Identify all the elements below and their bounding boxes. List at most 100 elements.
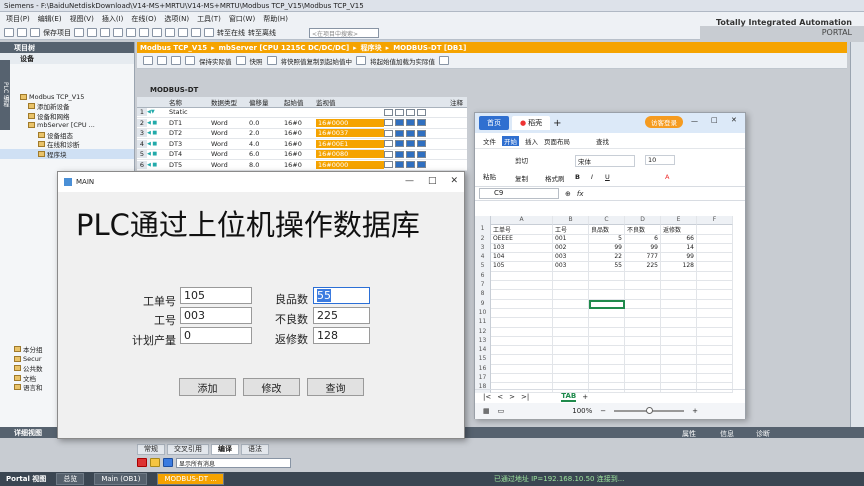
row-header[interactable]: 15	[475, 355, 491, 365]
tree-item-add-device[interactable]: 添加新设备	[0, 102, 134, 111]
grid-cell[interactable]	[491, 299, 553, 309]
retain-checkbox[interactable]	[384, 150, 393, 158]
grid-cell[interactable]	[697, 364, 733, 375]
var-type[interactable]: Word	[211, 150, 249, 158]
compile-icon[interactable]	[165, 28, 175, 37]
grid-cell[interactable]	[553, 308, 589, 319]
grid-cell[interactable]: 返修数	[661, 225, 697, 235]
row-header[interactable]: 7	[475, 281, 491, 291]
column-header[interactable]: F	[697, 216, 733, 226]
grid-cell[interactable]	[697, 374, 733, 384]
grid-cell[interactable]	[697, 318, 733, 328]
monitor-icon[interactable]	[185, 56, 195, 65]
copy-snapshot-button[interactable]: 将快照值复制到起始值中	[281, 56, 353, 66]
minimize-icon[interactable]: —	[405, 176, 414, 186]
load-start-button[interactable]: 将起始值加载为实际值	[370, 56, 435, 66]
good-count-field[interactable]: 55	[313, 287, 370, 304]
retain-checkbox[interactable]	[384, 140, 393, 148]
grid-cell[interactable]: 777	[625, 253, 661, 263]
print-icon[interactable]	[74, 28, 84, 37]
save-icon[interactable]	[30, 28, 40, 37]
spreadsheet-grid[interactable]: A B C D E F 1 工单号 工号 良品数 不良数 返修数 2 OEEEE 001 5 6 66 3 103 00…	[475, 216, 733, 393]
paste-icon[interactable]	[113, 28, 123, 37]
minimize-icon[interactable]: —	[691, 117, 698, 125]
grid-cell[interactable]	[491, 290, 553, 300]
retain-checkbox[interactable]	[384, 108, 393, 116]
grid-cell[interactable]: 99	[589, 243, 625, 254]
var-start[interactable]: 16#0	[284, 129, 316, 137]
message-filter-select[interactable]: 显示所有消息	[176, 457, 291, 468]
grid-cell[interactable]	[625, 299, 661, 309]
zoom-slider-thumb[interactable]	[646, 407, 654, 414]
wps-search[interactable]: 查找	[596, 136, 609, 146]
new-tab-icon[interactable]: +	[553, 118, 561, 129]
grid-cell[interactable]	[625, 364, 661, 375]
hmi-visible-checkbox[interactable]	[406, 140, 415, 148]
add-row-icon[interactable]	[157, 56, 167, 65]
retain-checkbox[interactable]	[384, 161, 393, 169]
font-select[interactable]: 宋体	[575, 155, 635, 167]
cut-button[interactable]: 剪切	[515, 155, 528, 165]
cell-reference-box[interactable]: C9	[479, 188, 559, 199]
grid-cell[interactable]	[553, 299, 589, 309]
grid-cell[interactable]	[589, 364, 625, 375]
grid-cell[interactable]	[553, 346, 589, 356]
grid-cell[interactable]	[553, 271, 589, 282]
process-no-field[interactable]: 003	[180, 307, 252, 324]
grid-cell[interactable]: 001	[553, 234, 589, 244]
go-online-button[interactable]: 转至在线	[217, 28, 245, 38]
var-name[interactable]: DT1	[169, 119, 211, 127]
cut-icon[interactable]	[87, 28, 97, 37]
hmi-visible-checkbox[interactable]	[406, 129, 415, 137]
row-header[interactable]: 11	[475, 318, 491, 328]
upload-icon[interactable]	[191, 28, 201, 37]
grid-cell[interactable]	[661, 327, 697, 337]
grid-cell[interactable]	[589, 281, 625, 291]
copy-button[interactable]: 复制	[515, 173, 528, 183]
grid-cell[interactable]	[661, 308, 697, 319]
underline-button[interactable]: U	[605, 173, 610, 181]
tree-item-device-config[interactable]: 设备组态	[0, 130, 134, 140]
grid-cell[interactable]	[491, 355, 553, 365]
load-start-icon[interactable]	[356, 56, 366, 65]
grid-cell[interactable]	[625, 355, 661, 365]
wps-menu-file[interactable]: 文件	[483, 136, 496, 146]
go-offline-button[interactable]: 转至离线	[248, 28, 276, 38]
table-row[interactable]: 1 ◀▼ Static	[137, 107, 467, 118]
grid-cell[interactable]: OEEEE	[491, 234, 553, 244]
font-size-select[interactable]: 10	[645, 155, 675, 165]
var-name[interactable]: DT2	[169, 129, 211, 137]
grid-cell[interactable]	[589, 299, 625, 309]
grid-cell[interactable]	[589, 346, 625, 356]
wps-docer-tab[interactable]: ● 稻壳	[512, 116, 551, 130]
var-type[interactable]: Word	[211, 129, 249, 137]
grid-cell[interactable]	[625, 318, 661, 328]
row-header[interactable]: 14	[475, 346, 491, 356]
italic-button[interactable]: I	[591, 173, 593, 181]
grid-cell[interactable]	[661, 355, 697, 365]
sheet-tab[interactable]: TAB	[561, 392, 577, 402]
column-header[interactable]: D	[625, 216, 661, 226]
overview-button[interactable]: 总览	[56, 473, 85, 485]
sheet-back-icon[interactable]: <	[497, 393, 503, 401]
grid-cell[interactable]	[589, 355, 625, 365]
row-header[interactable]: 2	[475, 234, 491, 244]
setpoint-checkbox[interactable]	[417, 119, 426, 127]
insert-row-icon[interactable]	[143, 56, 153, 65]
grid-cell[interactable]: 55	[589, 262, 625, 272]
order-no-field[interactable]: 105	[180, 287, 252, 304]
table-row[interactable]: 6 ◀ ■ DT5 Word 8.0 16#0 16#0000	[137, 160, 467, 171]
sheet-next-icon[interactable]: >	[509, 393, 515, 401]
grid-cell[interactable]: 105	[491, 262, 553, 272]
grid-cell[interactable]: 002	[553, 243, 589, 254]
grid-cell[interactable]	[697, 234, 733, 244]
grid-cell[interactable]	[661, 374, 697, 384]
add-sheet-icon[interactable]: +	[582, 393, 588, 401]
hmi-access-checkbox[interactable]	[395, 140, 404, 148]
plc-programming-vertical-tab[interactable]: PLC 编程	[0, 60, 10, 130]
row-header[interactable]: 12	[475, 327, 491, 337]
grid-cell[interactable]	[553, 355, 589, 365]
hmi-access-checkbox[interactable]	[395, 150, 404, 158]
grid-cell[interactable]	[553, 364, 589, 375]
table-row[interactable]: 4 ◀ ■ DT3 Word 4.0 16#0 16#00E1	[137, 139, 467, 150]
